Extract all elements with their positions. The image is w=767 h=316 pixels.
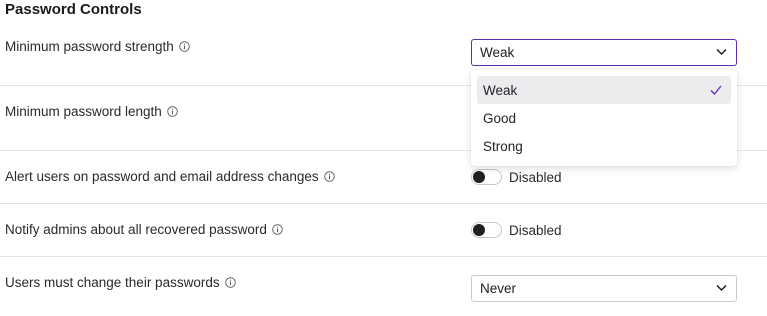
divider xyxy=(0,203,767,204)
notify-admins-label: Notify admins about all recovered passwo… xyxy=(5,222,267,237)
alert-users-label: Alert users on password and email addres… xyxy=(5,169,319,184)
option-label: Strong xyxy=(483,138,523,154)
must-change-label-row: Users must change their passwords xyxy=(5,275,236,290)
option-label: Good xyxy=(483,110,517,126)
strength-option-good[interactable]: Good xyxy=(477,104,731,132)
alert-users-label-row: Alert users on password and email addres… xyxy=(5,169,335,184)
chevron-down-icon xyxy=(716,48,727,56)
strength-option-strong[interactable]: Strong xyxy=(477,132,731,160)
option-label: Weak xyxy=(483,82,518,98)
min-strength-value: Weak xyxy=(480,45,515,60)
info-icon[interactable] xyxy=(224,277,236,288)
alert-users-toggle[interactable] xyxy=(471,169,502,185)
min-strength-label: Minimum password strength xyxy=(5,39,174,54)
notify-admins-label-row: Notify admins about all recovered passwo… xyxy=(5,222,283,237)
info-icon[interactable] xyxy=(179,41,190,52)
must-change-select[interactable]: Never xyxy=(471,275,737,302)
min-strength-label-row: Minimum password strength xyxy=(5,39,190,54)
must-change-label: Users must change their passwords xyxy=(5,275,220,290)
check-icon xyxy=(710,85,722,95)
toggle-knob xyxy=(473,171,485,183)
info-icon[interactable] xyxy=(167,106,178,117)
min-length-label-row: Minimum password length xyxy=(5,104,178,119)
alert-users-toggle-row: Disabled xyxy=(471,169,562,185)
notify-admins-state: Disabled xyxy=(509,222,562,238)
info-icon[interactable] xyxy=(272,224,283,235)
alert-users-state: Disabled xyxy=(509,169,562,185)
toggle-knob xyxy=(473,224,485,236)
section-title: Password Controls xyxy=(5,1,142,18)
info-icon[interactable] xyxy=(323,171,335,182)
min-length-label: Minimum password length xyxy=(5,104,162,119)
notify-admins-toggle[interactable] xyxy=(471,222,502,238)
min-strength-select[interactable]: Weak xyxy=(471,39,737,66)
must-change-value: Never xyxy=(480,281,517,296)
password-controls-panel: Password Controls Minimum password stren… xyxy=(0,0,767,316)
chevron-down-icon xyxy=(716,284,727,292)
min-strength-dropdown-menu: Weak Good Strong xyxy=(471,70,737,166)
strength-option-weak[interactable]: Weak xyxy=(477,76,731,104)
divider xyxy=(0,256,767,257)
notify-admins-toggle-row: Disabled xyxy=(471,222,562,238)
